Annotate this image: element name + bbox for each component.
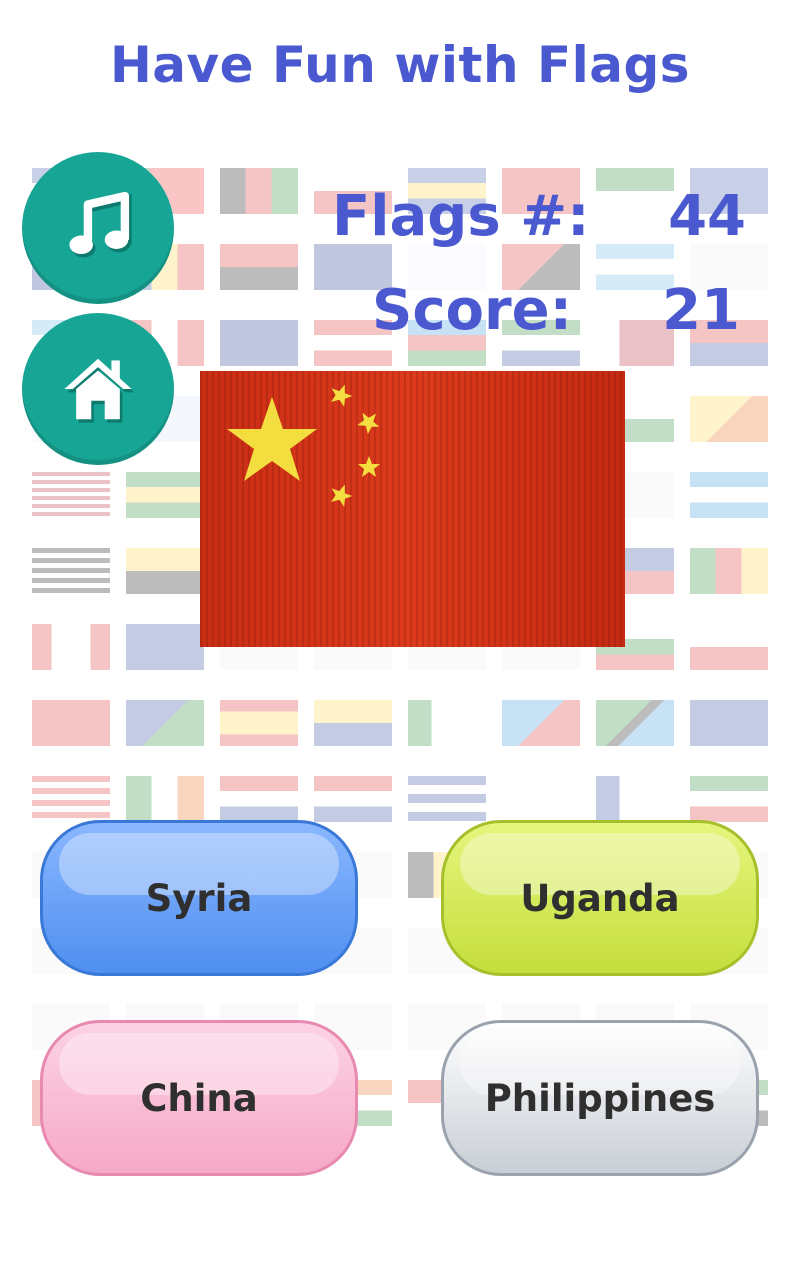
background-flag — [220, 700, 298, 746]
background-flag — [690, 472, 768, 518]
background-flag — [126, 776, 204, 822]
question-flag — [200, 371, 625, 647]
background-flag — [408, 776, 486, 822]
background-flag — [126, 472, 204, 518]
background-flag — [126, 548, 204, 594]
background-flag — [596, 168, 674, 214]
background-flag — [220, 320, 298, 366]
background-flag — [126, 700, 204, 746]
app-title: Have Fun with Flags — [109, 36, 691, 94]
background-flag — [690, 700, 768, 746]
background-flag — [502, 700, 580, 746]
music-toggle-button[interactable] — [22, 152, 174, 304]
home-button[interactable] — [22, 313, 174, 465]
answer-button-2[interactable]: Uganda — [441, 820, 759, 976]
background-flag — [32, 624, 110, 670]
answer-label: Uganda — [520, 876, 680, 920]
china-flag-image — [200, 371, 625, 647]
background-flag — [32, 472, 110, 518]
background-flag — [596, 700, 674, 746]
background-flag — [220, 776, 298, 822]
background-flag — [690, 396, 768, 442]
background-flag — [502, 776, 580, 822]
answer-button-1[interactable]: Syria — [40, 820, 358, 976]
background-flag — [220, 244, 298, 290]
background-flag — [690, 624, 768, 670]
background-flag — [32, 700, 110, 746]
score-label: Score: — [372, 278, 572, 343]
background-flag — [690, 548, 768, 594]
answer-label: Syria — [145, 876, 253, 920]
answer-button-4[interactable]: Philippines — [441, 1020, 759, 1176]
background-flag — [408, 700, 486, 746]
home-icon — [64, 358, 135, 423]
score-value: 21 — [662, 278, 740, 343]
background-flag — [596, 776, 674, 822]
answer-button-3[interactable]: China — [40, 1020, 358, 1176]
flags-count-value: 44 — [668, 184, 746, 249]
background-flag — [32, 776, 110, 822]
answer-label: China — [140, 1076, 258, 1120]
background-flag — [314, 700, 392, 746]
background-flag — [220, 168, 298, 214]
background-flag — [690, 776, 768, 822]
background-flag — [314, 776, 392, 822]
background-flag — [32, 548, 110, 594]
background-flag — [126, 624, 204, 670]
flags-count-label: Flags #: — [332, 184, 590, 249]
answer-label: Philippines — [484, 1076, 716, 1120]
music-note-icon — [69, 191, 132, 258]
